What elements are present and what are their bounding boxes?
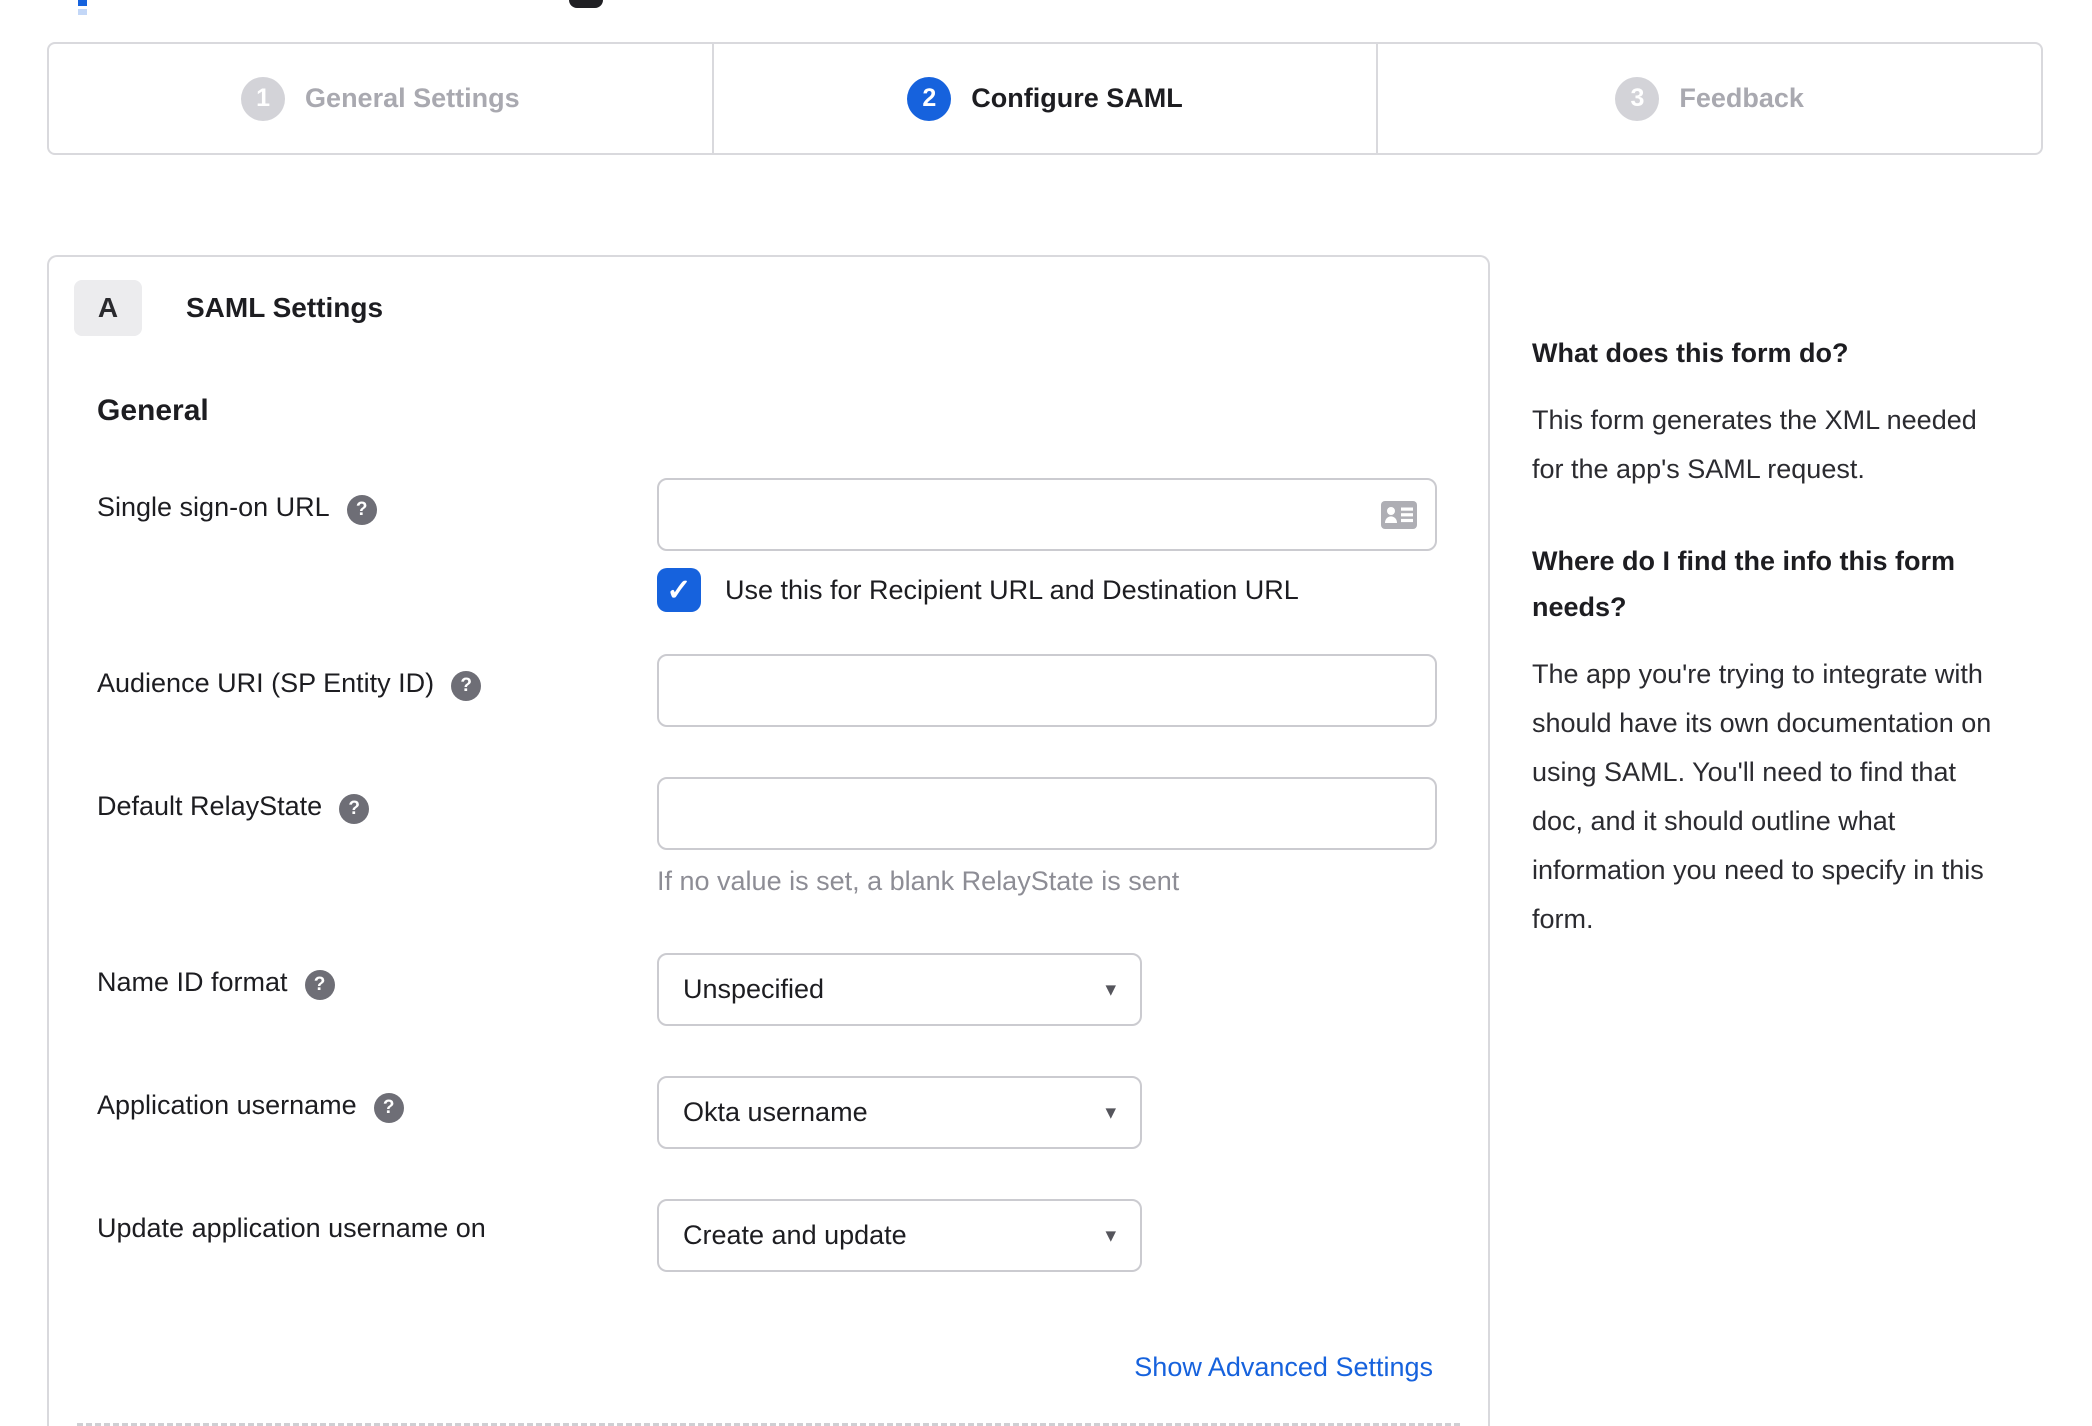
default-relaystate-label: Default RelayState — [97, 791, 323, 821]
name-id-format-label: Name ID format — [97, 967, 288, 997]
update-application-username-control: Create and update ▾ — [657, 1199, 1488, 1272]
help-icon[interactable]: ? — [339, 794, 370, 824]
chevron-down-icon: ▾ — [1105, 1101, 1116, 1124]
single-sign-on-url-input[interactable] — [657, 478, 1437, 551]
step-1-badge: 1 — [241, 76, 286, 121]
page-top-fragment-blue-light — [78, 9, 87, 15]
application-username-control: Okta username ▾ — [657, 1076, 1488, 1149]
name-id-format-value: Unspecified — [683, 974, 825, 1004]
advanced-settings-row: Show Advanced Settings — [97, 1352, 1433, 1383]
name-id-format-select[interactable]: Unspecified ▾ — [657, 953, 1142, 1026]
help-icon[interactable]: ? — [451, 671, 482, 701]
update-application-username-label-cell: Update application username on — [97, 1199, 657, 1272]
page-top-fragment-blue — [78, 0, 87, 6]
application-username-select[interactable]: Okta username ▾ — [657, 1076, 1142, 1149]
application-username-label: Application username — [97, 1090, 357, 1120]
step-feedback[interactable]: 3 Feedback — [1376, 44, 2041, 153]
recipient-url-checkbox-label: Use this for Recipient URL and Destinati… — [725, 574, 1299, 605]
saml-general-form: Single sign-on URL ? ✓ Use this for Reci… — [97, 478, 1488, 1383]
saml-settings-panel: A SAML Settings General Single sign-on U… — [47, 255, 1490, 1426]
wizard-stepper: 1 General Settings 2 Configure SAML 3 Fe… — [47, 42, 2043, 155]
update-application-username-select[interactable]: Create and update ▾ — [657, 1199, 1142, 1272]
step-2-badge: 2 — [907, 76, 952, 121]
step-3-label: Feedback — [1679, 83, 1804, 113]
default-relaystate-control: If no value is set, a blank RelayState i… — [657, 777, 1488, 897]
section-title: SAML Settings — [186, 292, 384, 323]
step-3-badge: 3 — [1615, 76, 1660, 121]
contact-card-icon — [1381, 500, 1417, 529]
section-a-badge: A — [74, 280, 142, 336]
audience-uri-label-cell: Audience URI (SP Entity ID) ? — [97, 654, 657, 727]
help-section-2-title: Where do I find the info this form needs… — [1532, 546, 1955, 622]
configure-saml-page: 1 General Settings 2 Configure SAML 3 Fe… — [0, 0, 2092, 1426]
general-group-title: General — [97, 394, 209, 427]
chevron-down-icon: ▾ — [1105, 978, 1116, 1001]
saml-settings-header: A SAML Settings — [74, 280, 1488, 336]
name-id-format-label-cell: Name ID format ? — [97, 953, 657, 1026]
field-row-update-application-username: Update application username on Create an… — [97, 1199, 1488, 1272]
help-section-1-title: What does this form do? — [1532, 338, 1849, 368]
update-application-username-value: Create and update — [683, 1220, 907, 1250]
help-icon[interactable]: ? — [304, 970, 335, 1000]
recipient-url-checkbox[interactable]: ✓ — [657, 568, 701, 612]
field-row-single-sign-on-url: Single sign-on URL ? ✓ Use this for Reci… — [97, 478, 1488, 612]
field-row-default-relaystate: Default RelayState ? If no value is set,… — [97, 777, 1488, 897]
help-icon[interactable]: ? — [373, 1093, 404, 1123]
default-relaystate-helper-text: If no value is set, a blank RelayState i… — [657, 866, 1180, 896]
page-top-fragment-title-glyph — [569, 0, 603, 8]
application-username-label-cell: Application username ? — [97, 1076, 657, 1149]
single-sign-on-url-control: ✓ Use this for Recipient URL and Destina… — [657, 478, 1488, 612]
help-section-1-body: This form generates the XML needed for t… — [1532, 405, 1977, 484]
field-row-audience-uri: Audience URI (SP Entity ID) ? — [97, 654, 1488, 727]
default-relaystate-input[interactable] — [657, 777, 1437, 850]
chevron-down-icon: ▾ — [1105, 1224, 1116, 1247]
show-advanced-settings-link[interactable]: Show Advanced Settings — [1134, 1352, 1433, 1382]
single-sign-on-url-label-cell: Single sign-on URL ? — [97, 478, 657, 612]
audience-uri-control — [657, 654, 1488, 727]
help-panel: What does this form do? This form genera… — [1532, 330, 1997, 988]
step-1-label: General Settings — [305, 83, 520, 113]
field-row-application-username: Application username ? Okta username ▾ — [97, 1076, 1488, 1149]
help-section-2-body: The app you're trying to integrate with … — [1532, 659, 1992, 934]
step-configure-saml[interactable]: 2 Configure SAML — [711, 44, 1377, 153]
default-relaystate-label-cell: Default RelayState ? — [97, 777, 657, 897]
name-id-format-control: Unspecified ▾ — [657, 953, 1488, 1026]
step-2-label: Configure SAML — [971, 83, 1183, 113]
update-application-username-label: Update application username on — [97, 1213, 486, 1243]
help-icon[interactable]: ? — [346, 495, 377, 525]
single-sign-on-url-label: Single sign-on URL — [97, 492, 330, 522]
application-username-value: Okta username — [683, 1097, 868, 1127]
recipient-url-checkbox-row: ✓ Use this for Recipient URL and Destina… — [657, 568, 1488, 612]
step-general-settings[interactable]: 1 General Settings — [49, 44, 712, 153]
audience-uri-input[interactable] — [657, 654, 1437, 727]
audience-uri-label: Audience URI (SP Entity ID) — [97, 668, 435, 698]
field-row-name-id-format: Name ID format ? Unspecified ▾ — [97, 953, 1488, 1026]
